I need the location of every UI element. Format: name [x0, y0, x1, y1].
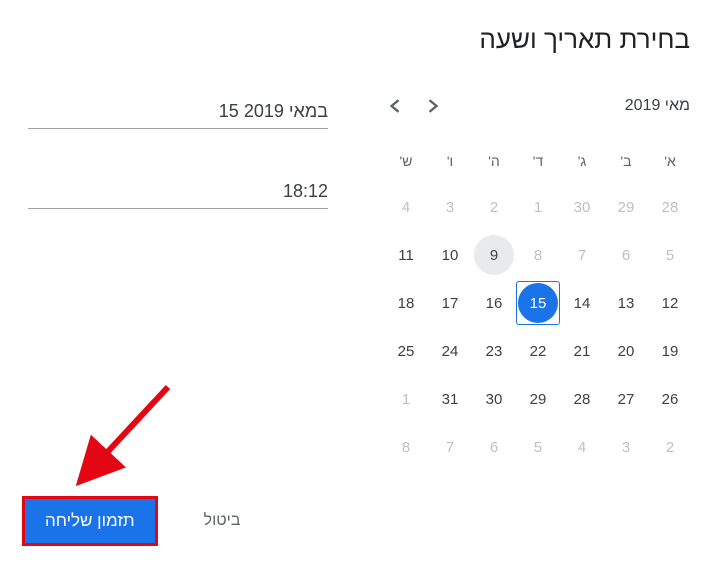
day-of-week-header: ו'	[430, 139, 470, 183]
prev-month-button[interactable]	[424, 95, 442, 117]
calendar-day[interactable]: 28	[650, 187, 690, 227]
calendar-day[interactable]: 11	[386, 235, 426, 275]
calendar-day[interactable]: 6	[606, 235, 646, 275]
calendar-day[interactable]: 22	[518, 331, 558, 371]
next-month-button[interactable]	[386, 95, 404, 117]
chevron-left-icon	[390, 99, 400, 113]
calendar-panel: מאי 2019 א'ב'ג'ד'ה'ו'ש'28293012345678910…	[380, 95, 690, 471]
calendar-day[interactable]: 14	[562, 283, 602, 323]
calendar-day[interactable]: 2	[650, 427, 690, 467]
day-of-week-header: א'	[650, 139, 690, 183]
date-input[interactable]	[28, 95, 328, 129]
cancel-button[interactable]: ביטול	[198, 504, 247, 538]
calendar-day[interactable]: 17	[430, 283, 470, 323]
calendar-day[interactable]: 13	[606, 283, 646, 323]
calendar-day[interactable]: 23	[474, 331, 514, 371]
inputs-panel	[28, 95, 340, 471]
calendar-day[interactable]: 29	[606, 187, 646, 227]
calendar-grid: א'ב'ג'ד'ה'ו'ש'28293012345678910111213141…	[380, 139, 690, 471]
time-input[interactable]	[28, 175, 328, 209]
calendar-day[interactable]: 20	[606, 331, 646, 371]
day-of-week-header: ש'	[386, 139, 426, 183]
calendar-day[interactable]: 10	[430, 235, 470, 275]
day-of-week-header: ד'	[518, 139, 558, 183]
calendar-day[interactable]: 3	[430, 187, 470, 227]
calendar-day[interactable]: 18	[386, 283, 426, 323]
day-of-week-header: ג'	[562, 139, 602, 183]
day-of-week-header: ה'	[474, 139, 514, 183]
calendar-day[interactable]: 7	[430, 427, 470, 467]
calendar-day[interactable]: 1	[518, 187, 558, 227]
calendar-day[interactable]: 1	[386, 379, 426, 419]
calendar-day[interactable]: 19	[650, 331, 690, 371]
calendar-day-today[interactable]: 9	[474, 235, 514, 275]
day-of-week-header: ב'	[606, 139, 646, 183]
calendar-day[interactable]: 21	[562, 331, 602, 371]
calendar-day[interactable]: 30	[474, 379, 514, 419]
calendar-day[interactable]: 7	[562, 235, 602, 275]
chevron-right-icon	[428, 99, 438, 113]
calendar-day[interactable]: 4	[386, 187, 426, 227]
calendar-header: מאי 2019	[380, 95, 690, 117]
calendar-day[interactable]: 5	[518, 427, 558, 467]
calendar-day[interactable]: 3	[606, 427, 646, 467]
calendar-day-selected[interactable]: 15	[518, 283, 558, 323]
schedule-send-button[interactable]: תזמון שליחה	[22, 496, 158, 546]
calendar-day[interactable]: 8	[518, 235, 558, 275]
calendar-day[interactable]: 26	[650, 379, 690, 419]
calendar-day[interactable]: 12	[650, 283, 690, 323]
calendar-day[interactable]: 2	[474, 187, 514, 227]
dialog-title: בחירת תאריך ושעה	[28, 24, 690, 55]
calendar-day[interactable]: 29	[518, 379, 558, 419]
calendar-day[interactable]: 31	[430, 379, 470, 419]
calendar-day[interactable]: 6	[474, 427, 514, 467]
calendar-day[interactable]: 8	[386, 427, 426, 467]
calendar-day[interactable]: 28	[562, 379, 602, 419]
calendar-day[interactable]: 5	[650, 235, 690, 275]
calendar-day[interactable]: 24	[430, 331, 470, 371]
calendar-day[interactable]: 16	[474, 283, 514, 323]
calendar-day[interactable]: 25	[386, 331, 426, 371]
dialog-buttons: ביטול תזמון שליחה	[22, 496, 246, 546]
calendar-day[interactable]: 27	[606, 379, 646, 419]
calendar-day[interactable]: 4	[562, 427, 602, 467]
calendar-day[interactable]: 30	[562, 187, 602, 227]
month-label: מאי 2019	[625, 97, 690, 115]
